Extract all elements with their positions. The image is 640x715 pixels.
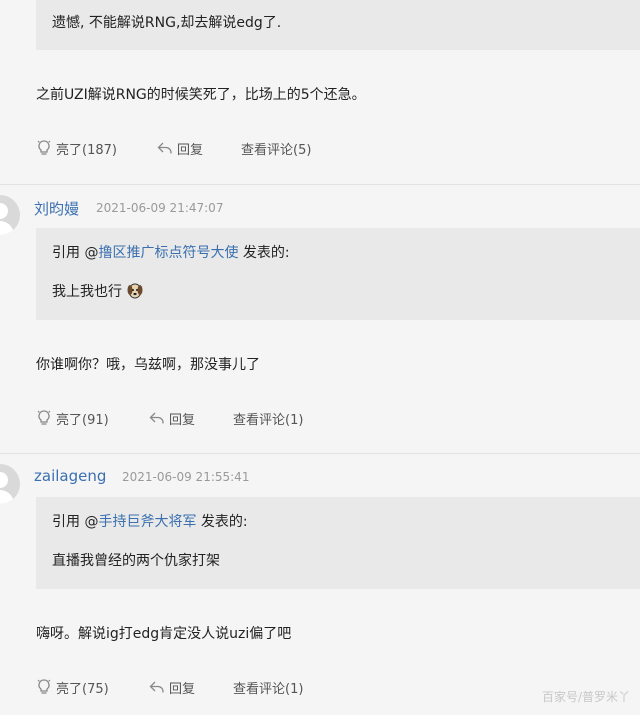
reply-button[interactable]: 回复	[157, 136, 203, 160]
like-button[interactable]: 亮了(187)	[36, 136, 117, 160]
username[interactable]: 刘昀嫚	[34, 198, 79, 219]
timestamp: 2021-06-09 21:55:41	[122, 470, 250, 484]
post-body: 嗨呀。解说ig打edg肯定没人说uzi偏了吧	[36, 626, 292, 642]
view-comments-label: 查看评论(1)	[233, 681, 304, 697]
post-actions: 亮了(187) 回复 查看评论(5)	[0, 136, 640, 160]
reply-arrow-icon	[149, 681, 164, 693]
avatar[interactable]	[0, 195, 20, 235]
post-body: 你谁啊你？哦，乌兹啊，那没事儿了	[36, 357, 260, 373]
timestamp: 2021-06-09 21:47:07	[96, 201, 224, 215]
like-button[interactable]: 亮了(91)	[36, 406, 109, 430]
avatar[interactable]	[0, 464, 20, 504]
reply-button[interactable]: 回复	[149, 675, 195, 699]
reply-arrow-icon	[149, 412, 164, 424]
reply-arrow-icon	[157, 142, 172, 154]
quote-text: 我上我也行	[52, 281, 144, 301]
quote-text: 直播我曾经的两个仇家打架	[52, 553, 220, 569]
username[interactable]: zailageng	[34, 467, 106, 485]
quote-header: 引用 @手持巨斧大将军 发表的:	[52, 514, 248, 530]
divider	[0, 184, 640, 185]
reply-label: 回复	[177, 142, 204, 158]
lightbulb-icon	[37, 410, 51, 425]
reply-label: 回复	[169, 681, 196, 697]
quoted-username[interactable]: 撸区推广标点符号大使	[98, 245, 238, 261]
reply-label: 回复	[169, 412, 196, 428]
dog-emoji-icon	[127, 283, 143, 299]
view-comments-label: 查看评论(5)	[241, 142, 312, 158]
quote-header: 引用 @撸区推广标点符号大使 发表的:	[52, 245, 290, 261]
lightbulb-icon	[37, 140, 51, 155]
post-body: 之前UZI解说RNG的时候笑死了，比场上的5个还急。	[36, 87, 366, 103]
quoted-username[interactable]: 手持巨斧大将军	[98, 514, 196, 530]
view-comments-label: 查看评论(1)	[233, 412, 304, 428]
quote-text: 遗憾, 不能解说RNG,却去解说edg了.	[52, 15, 282, 31]
watermark: 百家号/普罗米丫	[541, 690, 630, 704]
view-comments-button[interactable]: 查看评论(1)	[233, 406, 303, 430]
like-label: 亮了(75)	[56, 681, 109, 697]
reply-button[interactable]: 回复	[149, 406, 195, 430]
view-comments-button[interactable]: 查看评论(5)	[241, 136, 311, 160]
post-actions: 亮了(91) 回复 查看评论(1)	[0, 406, 640, 430]
lightbulb-icon	[37, 679, 51, 694]
divider	[0, 453, 640, 454]
like-label: 亮了(91)	[56, 412, 109, 428]
like-label: 亮了(187)	[56, 142, 117, 158]
like-button[interactable]: 亮了(75)	[36, 675, 109, 699]
view-comments-button[interactable]: 查看评论(1)	[233, 675, 303, 699]
